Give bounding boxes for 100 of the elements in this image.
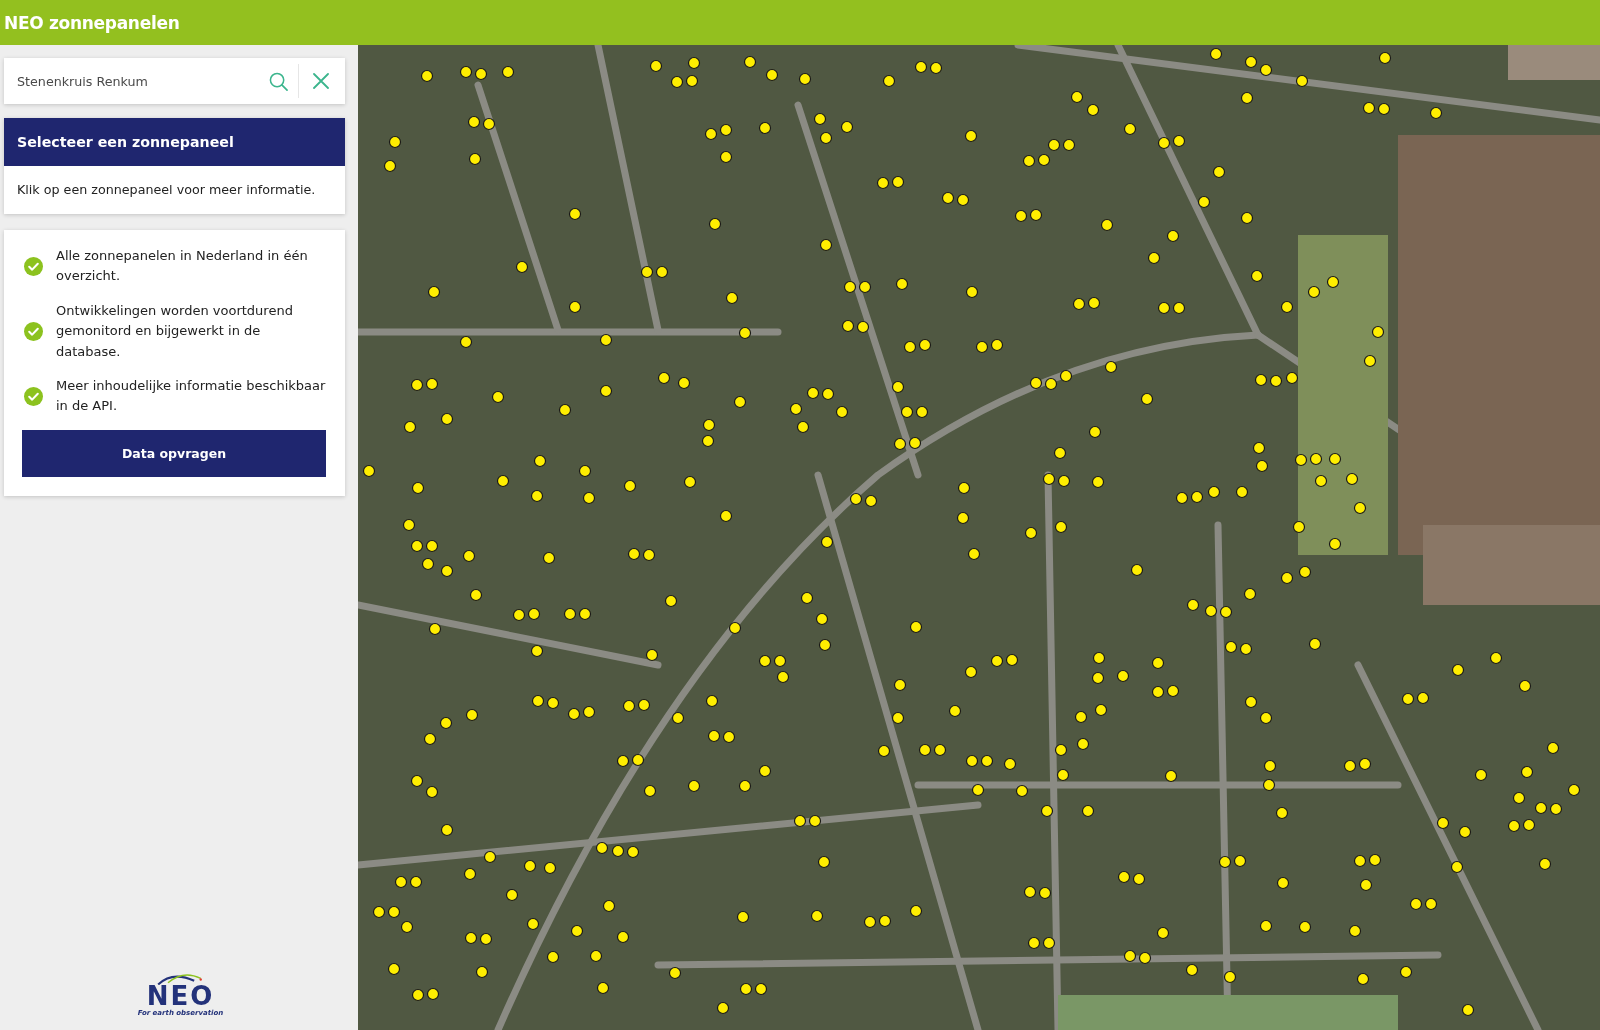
map-marker-icon[interactable]	[410, 774, 424, 788]
map-marker-icon[interactable]	[1356, 972, 1370, 986]
map-marker-icon[interactable]	[420, 69, 434, 83]
map-marker-icon[interactable]	[1175, 491, 1189, 505]
map-marker-icon[interactable]	[1409, 897, 1423, 911]
map-marker-icon[interactable]	[465, 708, 479, 722]
map-marker-icon[interactable]	[1416, 691, 1430, 705]
map-marker-icon[interactable]	[649, 59, 663, 73]
map-marker-icon[interactable]	[1567, 783, 1581, 797]
map-marker-icon[interactable]	[835, 405, 849, 419]
map-marker-icon[interactable]	[400, 920, 414, 934]
map-marker-icon[interactable]	[1116, 669, 1130, 683]
map-marker-icon[interactable]	[546, 696, 560, 710]
map-marker-icon[interactable]	[1549, 802, 1563, 816]
map-marker-icon[interactable]	[616, 930, 630, 944]
map-marker-icon[interactable]	[1262, 778, 1276, 792]
map-marker-icon[interactable]	[394, 875, 408, 889]
map-marker-icon[interactable]	[578, 607, 592, 621]
map-marker-icon[interactable]	[849, 492, 863, 506]
map-marker-icon[interactable]	[1132, 872, 1146, 886]
map-marker-icon[interactable]	[501, 65, 515, 79]
map-marker-icon[interactable]	[1328, 537, 1342, 551]
map-marker-icon[interactable]	[1164, 769, 1178, 783]
map-marker-icon[interactable]	[568, 300, 582, 314]
map-marker-icon[interactable]	[719, 123, 733, 137]
map-marker-icon[interactable]	[1451, 663, 1465, 677]
map-marker-icon[interactable]	[1204, 604, 1218, 618]
map-marker-icon[interactable]	[1436, 816, 1450, 830]
map-marker-icon[interactable]	[1062, 138, 1076, 152]
map-marker-icon[interactable]	[891, 711, 905, 725]
map-marker-icon[interactable]	[707, 729, 721, 743]
map-marker-icon[interactable]	[1429, 106, 1443, 120]
map-marker-icon[interactable]	[1353, 501, 1367, 515]
map-marker-icon[interactable]	[1104, 360, 1118, 374]
map-marker-icon[interactable]	[819, 131, 833, 145]
map-marker-icon[interactable]	[596, 981, 610, 995]
map-marker-icon[interactable]	[1280, 300, 1294, 314]
map-marker-icon[interactable]	[1072, 297, 1086, 311]
map-marker-icon[interactable]	[990, 654, 1004, 668]
map-marker-icon[interactable]	[505, 888, 519, 902]
map-marker-icon[interactable]	[863, 915, 877, 929]
map-marker-icon[interactable]	[411, 988, 425, 1002]
map-marker-icon[interactable]	[1294, 453, 1308, 467]
map-marker-icon[interactable]	[957, 481, 971, 495]
map-marker-icon[interactable]	[891, 175, 905, 189]
map-marker-icon[interactable]	[1022, 154, 1036, 168]
map-marker-icon[interactable]	[1140, 392, 1154, 406]
map-marker-icon[interactable]	[1240, 91, 1254, 105]
map-marker-icon[interactable]	[876, 176, 890, 190]
map-marker-icon[interactable]	[1157, 301, 1171, 315]
map-marker-icon[interactable]	[722, 730, 736, 744]
map-marker-icon[interactable]	[1219, 605, 1233, 619]
map-marker-icon[interactable]	[611, 844, 625, 858]
map-marker-icon[interactable]	[428, 622, 442, 636]
search-field[interactable]: Stenenkruis Renkum	[17, 66, 262, 96]
map-marker-icon[interactable]	[1507, 819, 1521, 833]
map-marker-icon[interactable]	[967, 547, 981, 561]
map-marker-icon[interactable]	[426, 987, 440, 1001]
map-marker-icon[interactable]	[410, 539, 424, 553]
map-marker-icon[interactable]	[567, 707, 581, 721]
map-marker-icon[interactable]	[1458, 825, 1472, 839]
map-marker-icon[interactable]	[1298, 920, 1312, 934]
map-marker-icon[interactable]	[1244, 695, 1258, 709]
map-marker-icon[interactable]	[1024, 526, 1038, 540]
map-marker-icon[interactable]	[941, 191, 955, 205]
map-marker-icon[interactable]	[1368, 853, 1382, 867]
map-marker-icon[interactable]	[1314, 474, 1328, 488]
map-marker-icon[interactable]	[462, 549, 476, 563]
map-marker-icon[interactable]	[1212, 165, 1226, 179]
map-marker-icon[interactable]	[738, 326, 752, 340]
map-marker-icon[interactable]	[1172, 134, 1186, 148]
map-marker-icon[interactable]	[933, 743, 947, 757]
map-marker-icon[interactable]	[965, 754, 979, 768]
map-marker-icon[interactable]	[1123, 122, 1137, 136]
map-marker-icon[interactable]	[817, 855, 831, 869]
map-marker-icon[interactable]	[1424, 897, 1438, 911]
map-marker-icon[interactable]	[971, 783, 985, 797]
map-marker-icon[interactable]	[891, 380, 905, 394]
map-marker-icon[interactable]	[670, 75, 684, 89]
map-marker-icon[interactable]	[1207, 485, 1221, 499]
map-marker-icon[interactable]	[1243, 587, 1257, 601]
map-marker-icon[interactable]	[425, 377, 439, 391]
map-marker-icon[interactable]	[1328, 452, 1342, 466]
map-marker-icon[interactable]	[856, 320, 870, 334]
map-marker-icon[interactable]	[893, 678, 907, 692]
map-marker-icon[interactable]	[1489, 651, 1503, 665]
map-marker-icon[interactable]	[655, 265, 669, 279]
map-marker-icon[interactable]	[758, 764, 772, 778]
map-marker-icon[interactable]	[1190, 490, 1204, 504]
map-marker-icon[interactable]	[821, 387, 835, 401]
map-marker-icon[interactable]	[671, 711, 685, 725]
map-marker-icon[interactable]	[1076, 737, 1090, 751]
map-marker-icon[interactable]	[568, 207, 582, 221]
map-marker-icon[interactable]	[533, 454, 547, 468]
map-marker-icon[interactable]	[409, 875, 423, 889]
map-marker-icon[interactable]	[1100, 218, 1114, 232]
map-marker-icon[interactable]	[1197, 195, 1211, 209]
map-marker-icon[interactable]	[558, 403, 572, 417]
map-marker-icon[interactable]	[1147, 251, 1161, 265]
map-marker-icon[interactable]	[793, 814, 807, 828]
